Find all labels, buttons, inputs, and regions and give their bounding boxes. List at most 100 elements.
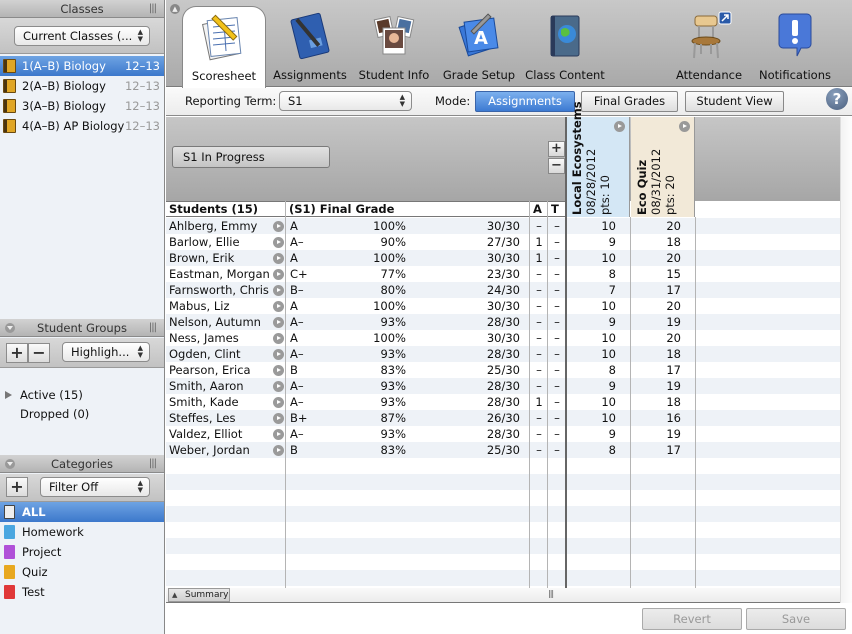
score-local-ecosystems[interactable]: 9 (596, 426, 616, 442)
column-resize-grip-icon[interactable]: ||| (548, 589, 554, 598)
score-local-ecosystems[interactable]: 10 (596, 346, 616, 362)
score-local-ecosystems[interactable]: 10 (596, 394, 616, 410)
go-arrow-icon[interactable] (273, 333, 284, 344)
score-eco-quiz[interactable]: 17 (661, 362, 681, 378)
student-name[interactable]: Brown, Erik (169, 250, 234, 266)
student-name[interactable]: Steffes, Les (169, 410, 235, 426)
score-eco-quiz[interactable]: 19 (661, 378, 681, 394)
summary-button[interactable]: Summary (168, 588, 230, 602)
student-row[interactable]: Ness, James A 100% 30/30 – – 10 20 (166, 330, 840, 346)
panel-resize-grip-icon[interactable]: ||| (149, 0, 157, 18)
class-item[interactable]: 4(A–B) AP Biology 12–13 (0, 116, 164, 136)
collapse-icon[interactable] (5, 459, 15, 469)
go-arrow-icon[interactable] (273, 221, 284, 232)
score-local-ecosystems[interactable]: 8 (596, 362, 616, 378)
student-row[interactable]: Eastman, Morgan C+ 77% 23/30 – – 8 15 (166, 266, 840, 282)
student-name[interactable]: Ahlberg, Emmy (169, 218, 257, 234)
student-row[interactable]: Barlow, Ellie A– 90% 27/30 1 – 9 18 (166, 234, 840, 250)
eject-icon[interactable]: ▲ (170, 4, 180, 14)
go-arrow-icon[interactable] (273, 429, 284, 440)
score-eco-quiz[interactable]: 20 (661, 250, 681, 266)
student-row[interactable]: Mabus, Liz A 100% 30/30 – – 10 20 (166, 298, 840, 314)
class-filter-popup[interactable]: Current Classes (... ▲ ▼ (14, 26, 150, 46)
category-item[interactable]: Homework (0, 522, 164, 542)
collapse-icon[interactable] (5, 323, 15, 333)
class-item[interactable]: 1(A–B) Biology 12–13 (0, 56, 164, 76)
student-row[interactable]: Brown, Erik A 100% 30/30 1 – 10 20 (166, 250, 840, 266)
score-eco-quiz[interactable]: 20 (661, 330, 681, 346)
score-eco-quiz[interactable]: 15 (661, 266, 681, 282)
save-button[interactable]: Save (746, 608, 846, 630)
collapse-minus-button[interactable]: − (548, 158, 565, 174)
score-local-ecosystems[interactable]: 10 (596, 410, 616, 426)
final-grade-column-header[interactable]: (S1) Final Grade (286, 202, 394, 216)
score-local-ecosystems[interactable]: 10 (596, 250, 616, 266)
disclosure-triangle-icon[interactable] (5, 391, 12, 399)
tab-assignments[interactable]: Assignments (270, 0, 350, 87)
student-name[interactable]: Ness, James (169, 330, 239, 346)
score-eco-quiz[interactable]: 19 (661, 314, 681, 330)
score-local-ecosystems[interactable]: 7 (596, 282, 616, 298)
tab-student-info[interactable]: Student Info (356, 0, 432, 87)
student-name[interactable]: Pearson, Erica (169, 362, 251, 378)
go-arrow-icon[interactable] (273, 237, 284, 248)
score-local-ecosystems[interactable]: 9 (596, 314, 616, 330)
go-arrow-icon[interactable] (273, 381, 284, 392)
mode-assignments-button[interactable]: Assignments (475, 91, 575, 112)
score-local-ecosystems[interactable]: 8 (596, 266, 616, 282)
student-name[interactable]: Ogden, Clint (169, 346, 241, 362)
reporting-term-popup[interactable]: S1 ▲ ▼ (279, 91, 412, 111)
score-eco-quiz[interactable]: 18 (661, 234, 681, 250)
remove-group-button[interactable]: − (28, 343, 50, 363)
go-arrow-icon[interactable] (614, 121, 625, 132)
score-eco-quiz[interactable]: 19 (661, 426, 681, 442)
student-name[interactable]: Farnsworth, Chris (169, 282, 269, 298)
tab-class-content[interactable]: Class Content (524, 0, 606, 87)
student-name[interactable]: Nelson, Autumn (169, 314, 261, 330)
highlight-popup[interactable]: Highligh... ▲ ▼ (62, 342, 150, 362)
go-arrow-icon[interactable] (273, 445, 284, 456)
term-status-button[interactable]: S1 In Progress (172, 146, 330, 168)
class-item[interactable]: 2(A–B) Biology 12–13 (0, 76, 164, 96)
go-arrow-icon[interactable] (273, 253, 284, 264)
score-local-ecosystems[interactable]: 8 (596, 442, 616, 458)
help-icon[interactable]: ? (826, 88, 848, 110)
go-arrow-icon[interactable] (273, 301, 284, 312)
category-item[interactable]: Project (0, 542, 164, 562)
group-dropped[interactable]: Dropped (0) (20, 407, 89, 421)
student-name[interactable]: Smith, Aaron (169, 378, 244, 394)
score-local-ecosystems[interactable]: 10 (596, 298, 616, 314)
student-name[interactable]: Valdez, Elliot (169, 426, 242, 442)
student-row[interactable]: Valdez, Elliot A– 93% 28/30 – – 9 19 (166, 426, 840, 442)
add-category-button[interactable]: + (6, 477, 28, 497)
student-row[interactable]: Steffes, Les B+ 87% 26/30 – – 10 16 (166, 410, 840, 426)
go-arrow-icon[interactable] (273, 365, 284, 376)
student-row[interactable]: Farnsworth, Chris B– 80% 24/30 – – 7 17 (166, 282, 840, 298)
panel-resize-grip-icon[interactable]: ||| (149, 455, 157, 473)
category-item[interactable]: Quiz (0, 562, 164, 582)
revert-button[interactable]: Revert (642, 608, 742, 630)
student-row[interactable]: Smith, Aaron A– 93% 28/30 – – 9 19 (166, 378, 840, 394)
tab-scoresheet[interactable]: Scoresheet (182, 6, 266, 88)
assignment-header-local-ecosystems[interactable]: Local Ecosystems 08/28/2012 pts: 10 (566, 101, 630, 217)
student-row[interactable]: Pearson, Erica B 83% 25/30 – – 8 17 (166, 362, 840, 378)
expand-plus-button[interactable]: + (548, 141, 565, 157)
class-item[interactable]: 3(A–B) Biology 12–13 (0, 96, 164, 116)
score-eco-quiz[interactable]: 17 (661, 442, 681, 458)
score-local-ecosystems[interactable]: 10 (596, 330, 616, 346)
student-row[interactable]: Weber, Jordan B 83% 25/30 – – 8 17 (166, 442, 840, 458)
score-eco-quiz[interactable]: 20 (661, 298, 681, 314)
vertical-scrollbar[interactable] (840, 117, 852, 603)
mode-final-grades-button[interactable]: Final Grades (581, 91, 678, 112)
category-filter-popup[interactable]: Filter Off ▲ ▼ (40, 477, 150, 497)
go-arrow-icon[interactable] (273, 397, 284, 408)
student-row[interactable]: Nelson, Autumn A– 93% 28/30 – – 9 19 (166, 314, 840, 330)
go-arrow-icon[interactable] (273, 413, 284, 424)
assignment-header-eco-quiz[interactable]: Eco Quiz 08/31/2012 pts: 20 (631, 117, 695, 217)
student-name[interactable]: Smith, Kade (169, 394, 239, 410)
student-row[interactable]: Smith, Kade A– 93% 28/30 1 – 10 18 (166, 394, 840, 410)
absences-column-header[interactable]: A (530, 202, 542, 216)
student-name[interactable]: Mabus, Liz (169, 298, 230, 314)
student-row[interactable]: Ahlberg, Emmy A 100% 30/30 – – 10 20 (166, 218, 840, 234)
students-column-header[interactable]: Students (15) (166, 202, 258, 216)
